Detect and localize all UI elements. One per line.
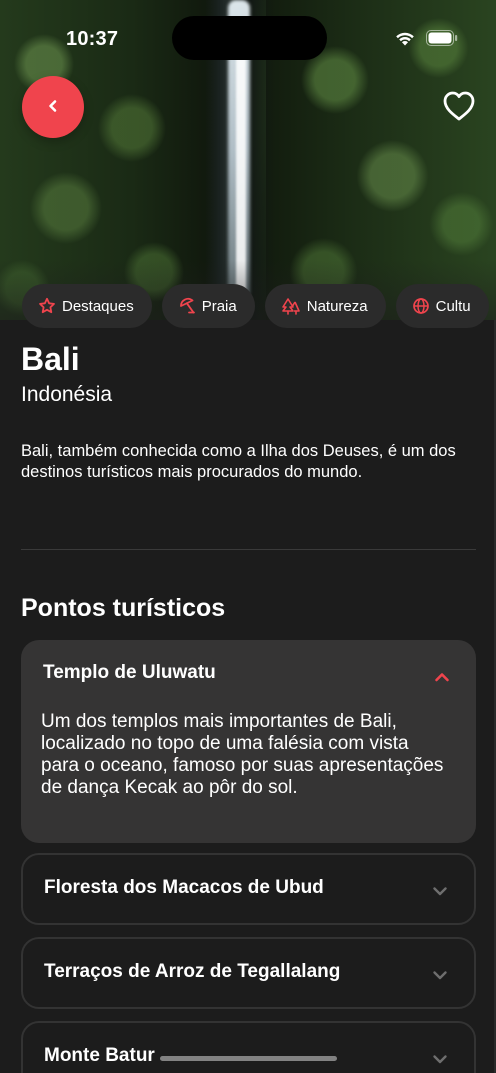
attraction-description: Um dos templos mais importantes de Bali,… [41,711,444,798]
place-description: Bali, também conhecida como a Ilha dos D… [21,442,456,481]
back-button[interactable] [22,76,84,138]
status-time: 10:37 [66,28,119,50]
status-icons [394,30,458,46]
favorite-button[interactable] [440,90,478,126]
place-title: Bali [21,341,80,377]
chevron-down-icon [432,882,448,901]
globe-icon [412,297,430,315]
home-indicator[interactable] [160,1056,337,1061]
chip-cultura[interactable]: Cultu [395,284,489,328]
trees-icon [281,297,301,315]
battery-icon [426,30,458,46]
category-chips: Destaques Praia Natureza Cultu [22,284,489,328]
chip-label: Praia [201,297,237,315]
attraction-item[interactable]: Terraços de Arroz de Tegallalang [21,937,476,1009]
star-icon [38,297,56,315]
attraction-item[interactable]: Monte Batur [21,1021,476,1073]
dynamic-island [172,16,327,60]
attraction-title: Floresta dos Macacos de Ubud [44,877,324,898]
chip-label: Destaques [62,297,134,315]
chevron-up-icon[interactable] [434,668,450,687]
chip-destaques[interactable]: Destaques [22,284,152,328]
attraction-item[interactable]: Floresta dos Macacos de Ubud [21,853,476,925]
divider [21,549,476,550]
attraction-title: Monte Batur [44,1045,155,1066]
destination-screen: 10:37 Destaques Praia Natureza Cultu Bal… [0,0,496,1073]
chevron-left-icon [46,98,60,117]
chip-natureza[interactable]: Natureza [264,284,386,328]
chevron-down-icon [432,966,448,985]
chip-label: Cultu [435,297,471,315]
place-country: Indonésia [21,383,113,406]
attraction-item-expanded[interactable]: Templo de Uluwatu Um dos templos mais im… [21,640,476,843]
wifi-icon [394,30,416,46]
attraction-title: Templo de Uluwatu [43,662,216,683]
heart-outline-icon [442,90,476,126]
attraction-title: Terraços de Arroz de Tegallalang [44,961,341,982]
chip-praia[interactable]: Praia [161,284,255,328]
beach-umbrella-icon [178,297,196,315]
section-title: Pontos turísticos [21,594,226,622]
chip-label: Natureza [306,297,368,315]
chevron-down-icon [432,1050,448,1069]
